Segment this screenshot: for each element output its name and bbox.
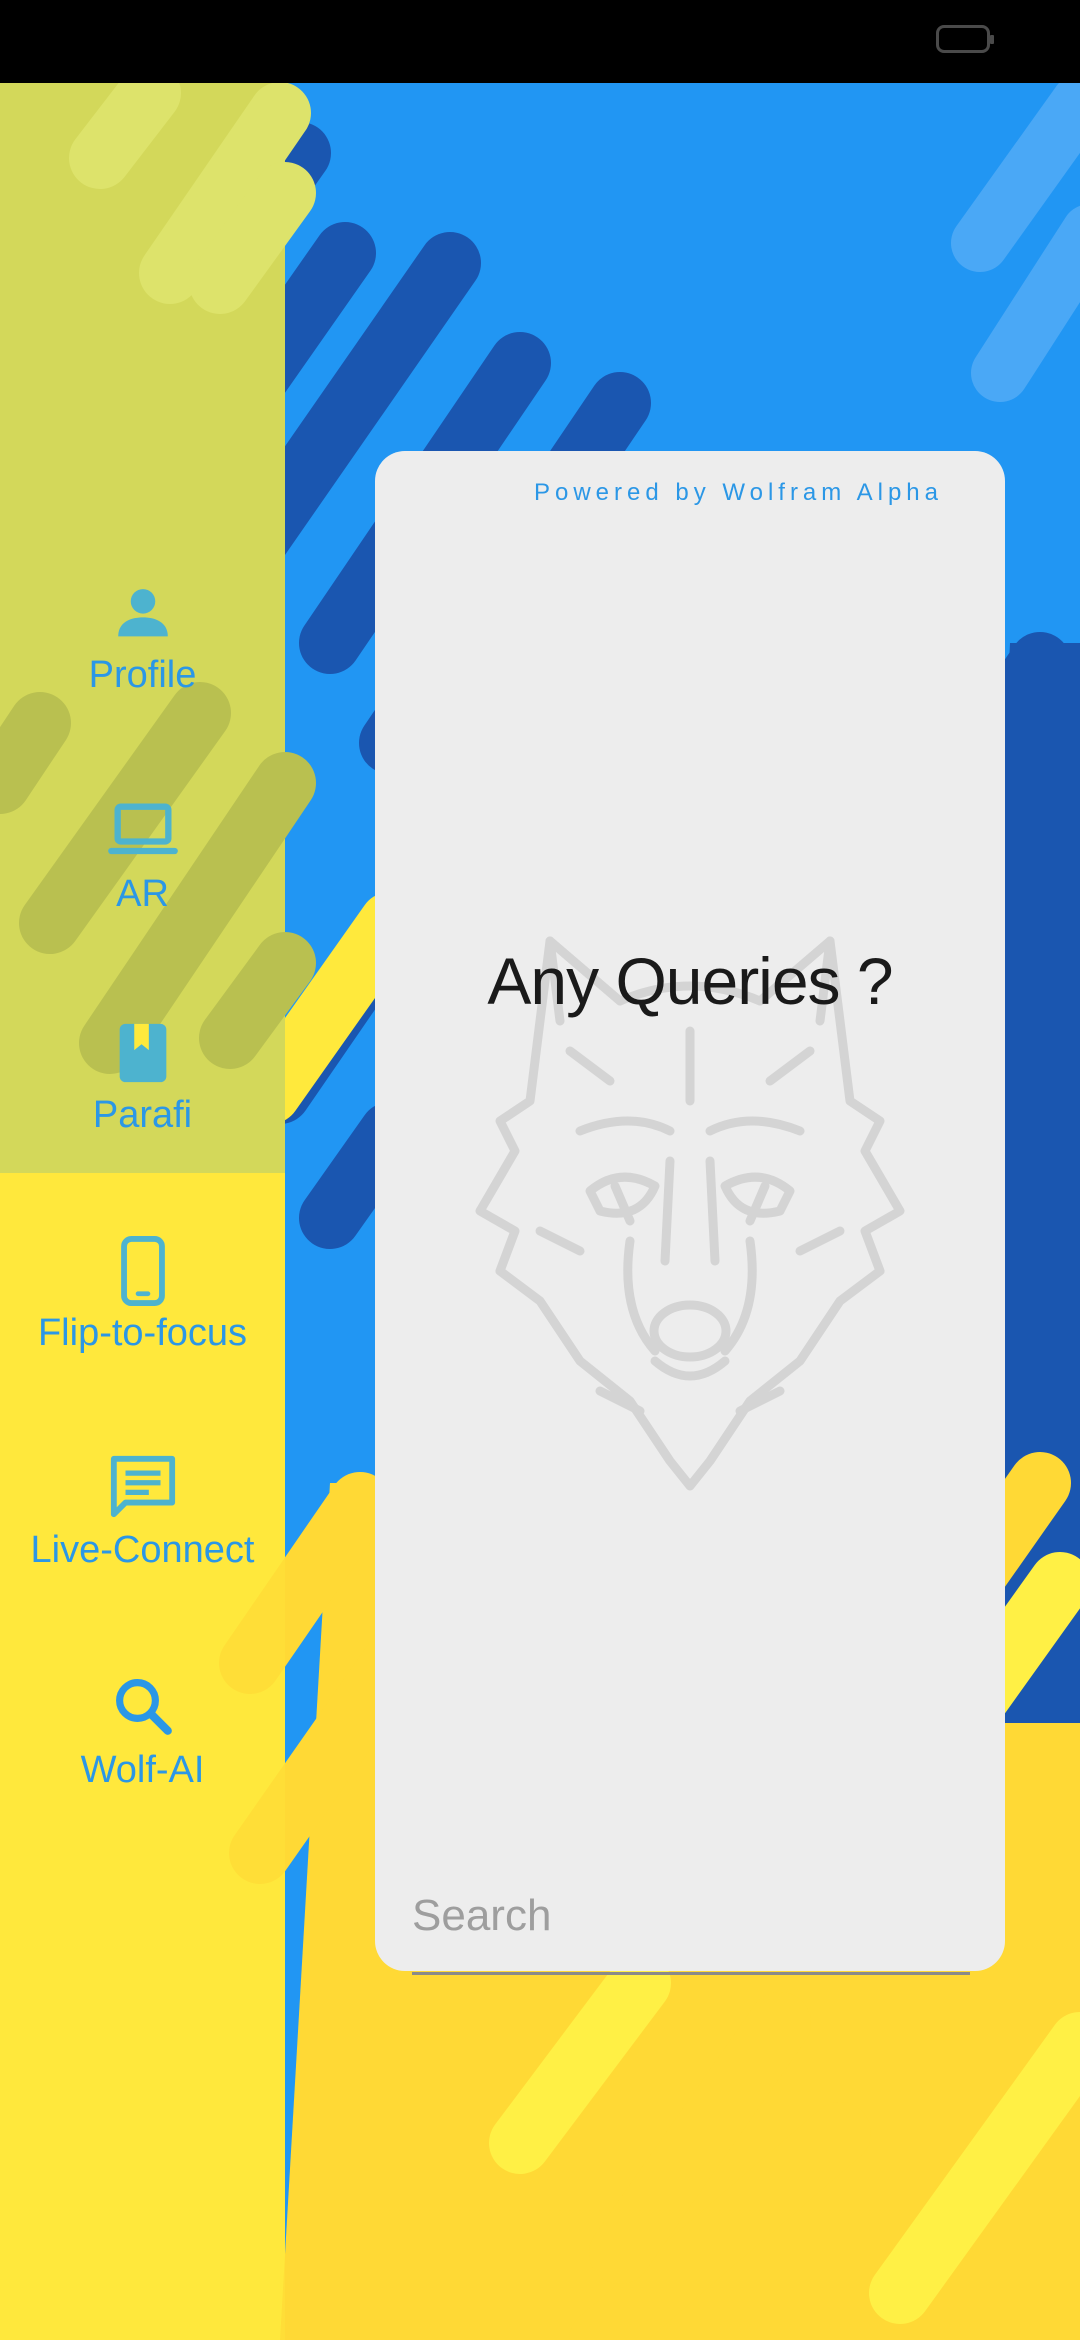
book-icon (0, 1018, 285, 1088)
sidebar-item-profile[interactable]: Profile (0, 578, 285, 697)
sidebar-item-ar[interactable]: AR (0, 797, 285, 916)
sidebar-item-flip-to-focus[interactable]: Flip-to-focus (0, 1236, 285, 1355)
battery-icon (936, 25, 994, 53)
chat-icon (0, 1453, 285, 1523)
powered-by-label: Powered by Wolfram Alpha (533, 479, 943, 506)
sidebar-item-wolf-ai[interactable]: Wolf-AI (0, 1673, 285, 1792)
sidebar-item-label: Wolf-AI (80, 1749, 205, 1791)
search-input[interactable] (412, 1860, 970, 1972)
query-card: Powered by Wolfram Alpha Any Queries ? (375, 451, 1005, 1971)
laptop-icon (0, 797, 285, 867)
person-icon (0, 578, 285, 648)
search-icon (0, 1673, 285, 1743)
search-field[interactable] (412, 1860, 970, 1975)
phone-icon (0, 1236, 285, 1306)
sidebar-item-label: AR (116, 873, 169, 915)
sidebar-item-label: Profile (88, 654, 197, 696)
sidebar-item-label: Parafi (92, 1094, 193, 1136)
sidebar-item-label: Live-Connect (30, 1529, 255, 1571)
sidebar-item-live-connect[interactable]: Live-Connect (0, 1453, 285, 1572)
page-title: Any Queries ? (487, 944, 893, 1018)
sidebar-item-parafi[interactable]: Parafi (0, 1018, 285, 1137)
sidebar-item-label: Flip-to-focus (37, 1312, 248, 1354)
status-bar (0, 0, 1080, 83)
sidebar: Profile AR Parafi Flip-to-focus Live-Con… (0, 83, 285, 2340)
